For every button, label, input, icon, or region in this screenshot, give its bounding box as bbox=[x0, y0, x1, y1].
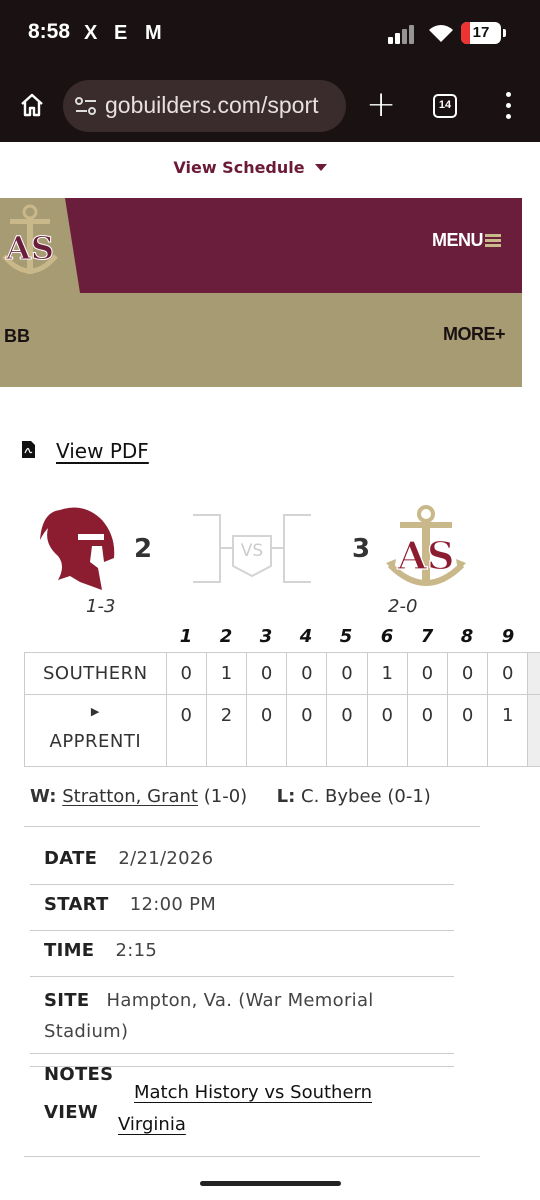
battery-icon: 17 bbox=[461, 22, 501, 44]
winning-pitcher-link[interactable]: Stratton, Grant bbox=[62, 786, 198, 807]
anchor-logo-icon[interactable]: AS bbox=[0, 204, 62, 284]
date-value: 2/21/2026 bbox=[118, 848, 214, 869]
wifi-icon bbox=[429, 25, 453, 42]
signal-icon bbox=[388, 24, 420, 44]
menu-button[interactable]: MENU bbox=[432, 230, 484, 251]
view-pdf-link[interactable]: View PDF bbox=[56, 439, 149, 463]
battery-tip bbox=[503, 29, 506, 37]
divider bbox=[24, 826, 480, 827]
browser-toolbar: gobuilders.com/sport + 14 bbox=[0, 70, 540, 142]
home-line-row: ▶ APPRENTI 0 2 0 0 0 0 0 0 1 bbox=[24, 694, 540, 767]
inning-header: 4 bbox=[299, 626, 313, 647]
away-score: 2 bbox=[134, 534, 153, 564]
time-label: TIME bbox=[44, 940, 95, 961]
site-value: Hampton, Va. (War Memorial Stadium) bbox=[44, 990, 374, 1042]
status-bar: 8:58 X E M 17 bbox=[0, 0, 540, 70]
spartan-helmet-icon bbox=[40, 507, 115, 590]
scroll-overflow-cell bbox=[527, 652, 540, 695]
url-text: gobuilders.com/sport bbox=[105, 92, 319, 118]
home-inning-runs: 0 bbox=[246, 694, 288, 767]
battery-level: 17 bbox=[472, 24, 490, 41]
away-inning-runs: 0 bbox=[286, 652, 328, 695]
espn-app-icon: E bbox=[114, 22, 128, 44]
inning-header: 3 bbox=[259, 626, 273, 647]
anchor-as-logo: AS bbox=[386, 505, 466, 586]
time-value: 2:15 bbox=[115, 940, 158, 961]
pdf-icon bbox=[22, 441, 35, 458]
away-inning-runs: 0 bbox=[446, 652, 489, 695]
away-inning-runs: 0 bbox=[165, 652, 207, 695]
history-link-wrap: Match History vs Southern Virginia bbox=[118, 1077, 428, 1141]
home-score: 3 bbox=[352, 534, 371, 564]
win-label: W: bbox=[30, 786, 57, 807]
away-inning-runs: 1 bbox=[366, 652, 408, 695]
view-schedule-dropdown[interactable]: View Schedule bbox=[0, 158, 500, 177]
away-inning-runs: 0 bbox=[326, 652, 368, 695]
inning-header: 9 bbox=[501, 626, 515, 647]
winning-pitcher-record: (1-0) bbox=[203, 786, 248, 807]
losing-pitcher: C. Bybee (0-1) bbox=[301, 786, 431, 807]
home-inning-runs: 0 bbox=[446, 694, 489, 767]
batting-indicator-icon: ▶ bbox=[90, 705, 100, 718]
inning-header: 5 bbox=[339, 626, 353, 647]
more-nav-button[interactable]: MORE+ bbox=[443, 324, 506, 345]
scroll-overflow-cell bbox=[527, 694, 540, 767]
start-row: START 12:00 PM bbox=[30, 894, 454, 931]
inning-header: 7 bbox=[420, 626, 434, 647]
home-inning-runs: 0 bbox=[326, 694, 368, 767]
start-value: 12:00 PM bbox=[129, 894, 217, 915]
more-options-icon[interactable] bbox=[500, 92, 516, 120]
home-inning-runs: 1 bbox=[487, 694, 529, 767]
away-inning-runs: 0 bbox=[406, 652, 448, 695]
pitchers-summary: W: Stratton, Grant (1-0) L: C. Bybee (0-… bbox=[30, 786, 431, 807]
site-label: SITE bbox=[44, 990, 90, 1011]
divider bbox=[24, 1156, 480, 1157]
svg-text:AS: AS bbox=[397, 533, 455, 578]
vs-label: VS bbox=[240, 541, 264, 561]
site-row: SITE Hampton, Va. (War Memorial Stadium) bbox=[30, 985, 454, 1054]
inning-header: 6 bbox=[380, 626, 394, 647]
away-team-name: SOUTHERN bbox=[24, 652, 167, 695]
away-line-row: SOUTHERN 0 1 0 0 0 1 0 0 0 bbox=[24, 652, 540, 695]
inning-header: 2 bbox=[219, 626, 233, 647]
x-app-icon: X bbox=[84, 22, 98, 44]
inning-header: 1 bbox=[179, 626, 193, 647]
linescore-table: SOUTHERN 0 1 0 0 0 1 0 0 0 ▶ APPRENTI 0 … bbox=[24, 652, 540, 767]
time-row: TIME 2:15 bbox=[30, 940, 454, 977]
home-indicator[interactable] bbox=[200, 1181, 341, 1186]
new-tab-button[interactable]: + bbox=[366, 84, 396, 125]
away-record: 1-3 bbox=[86, 596, 116, 617]
home-inning-runs: 2 bbox=[205, 694, 248, 767]
start-label: START bbox=[44, 894, 109, 915]
address-bar[interactable]: gobuilders.com/sport bbox=[63, 80, 346, 132]
site-settings-icon[interactable] bbox=[75, 97, 97, 115]
home-inning-runs: 0 bbox=[406, 694, 448, 767]
nav-item-partial[interactable]: BB bbox=[4, 326, 30, 347]
notes-label: NOTES bbox=[44, 1064, 114, 1085]
away-inning-runs: 0 bbox=[487, 652, 529, 695]
view-label: VIEW bbox=[44, 1102, 98, 1123]
view-schedule-label: View Schedule bbox=[173, 158, 305, 177]
caret-down-icon bbox=[314, 164, 327, 171]
home-inning-runs: 0 bbox=[366, 694, 408, 767]
hamburger-icon[interactable] bbox=[485, 234, 501, 247]
date-row: DATE 2/21/2026 bbox=[30, 848, 454, 885]
home-team-cell: ▶ APPRENTI bbox=[24, 694, 167, 767]
inning-header: 8 bbox=[460, 626, 474, 647]
home-icon[interactable] bbox=[20, 93, 44, 117]
svg-text:AS: AS bbox=[5, 229, 54, 267]
status-time: 8:58 bbox=[28, 20, 71, 43]
away-inning-runs: 0 bbox=[246, 652, 288, 695]
date-label: DATE bbox=[44, 848, 98, 869]
away-inning-runs: 1 bbox=[205, 652, 248, 695]
tab-switcher-button[interactable]: 14 bbox=[433, 94, 457, 118]
home-inning-runs: 0 bbox=[286, 694, 328, 767]
home-inning-runs: 0 bbox=[165, 694, 207, 767]
gmail-icon: M bbox=[145, 22, 162, 44]
match-history-link[interactable]: Match History vs Southern Virginia bbox=[118, 1082, 372, 1135]
home-team-name: APPRENTI bbox=[49, 731, 142, 752]
loss-label: L: bbox=[276, 786, 296, 807]
home-record: 2-0 bbox=[388, 596, 418, 617]
